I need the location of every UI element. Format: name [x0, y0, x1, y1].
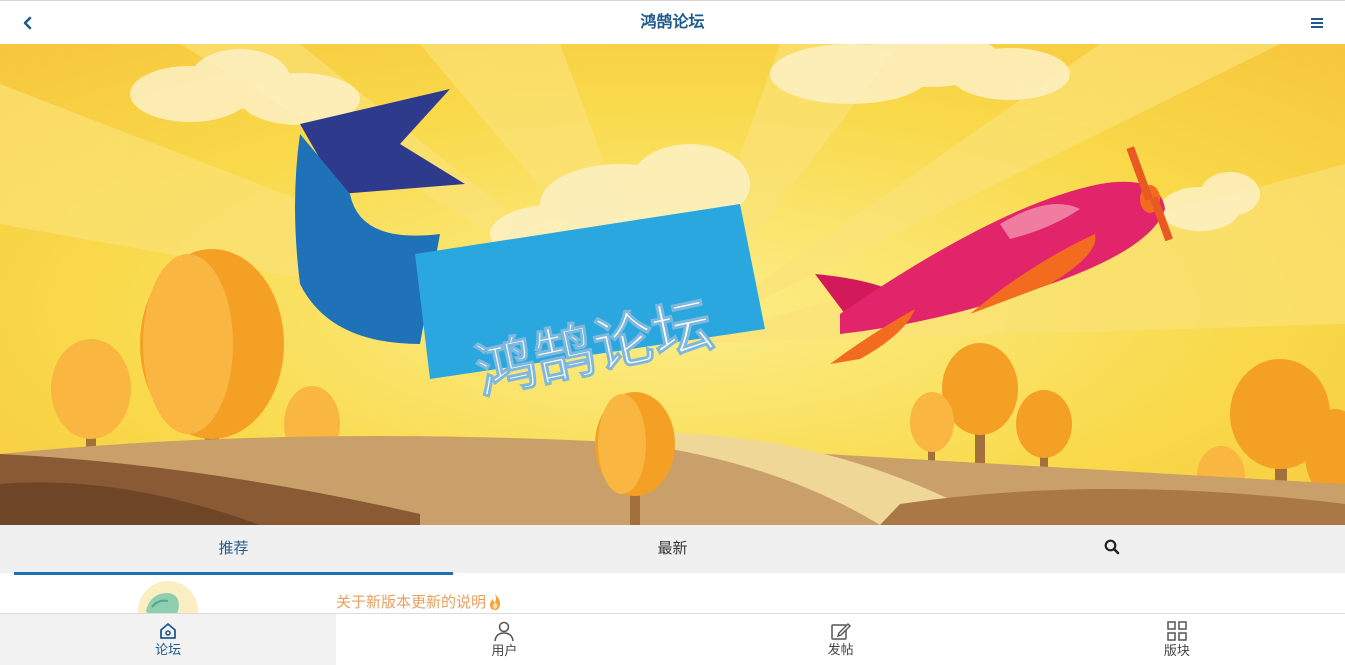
- nav-label: 论坛: [155, 642, 182, 658]
- flame-icon: [490, 593, 501, 610]
- top-bar: 鸿鹄论坛: [0, 0, 1345, 44]
- tab-search[interactable]: [892, 525, 1331, 573]
- edit-icon: [830, 622, 851, 640]
- search-icon: [1104, 539, 1119, 555]
- grid-icon: [1167, 620, 1187, 641]
- nav-boards[interactable]: 版块: [1009, 614, 1345, 665]
- nav-label: 版块: [1163, 643, 1190, 659]
- post-title: 关于新版本更新的说明: [336, 593, 487, 611]
- tab-latest[interactable]: 最新: [453, 525, 892, 573]
- home-icon: [160, 622, 177, 639]
- feed-tabs: 推荐 最新: [0, 525, 1345, 575]
- nav-forum[interactable]: 论坛: [0, 614, 337, 665]
- menu-button[interactable]: [1303, 9, 1331, 37]
- avatar[interactable]: [138, 581, 198, 613]
- user-icon: [494, 621, 515, 641]
- nav-label: 发帖: [827, 642, 854, 658]
- avatar-image: [138, 581, 198, 613]
- bottom-nav: 论坛 用户 发帖 版块: [0, 613, 1345, 665]
- tab-label: 推荐: [218, 539, 249, 557]
- post-title-link[interactable]: 关于新版本更新的说明: [336, 591, 502, 612]
- tab-recommended[interactable]: 推荐: [14, 525, 453, 575]
- forum-banner[interactable]: 鸿鹄论坛: [0, 44, 1345, 525]
- hamburger-menu-icon: [1311, 18, 1323, 28]
- page-title: 鸿鹄论坛: [640, 12, 705, 31]
- nav-new-post[interactable]: 发帖: [673, 614, 1009, 665]
- post-list: 关于新版本更新的说明: [0, 575, 1345, 613]
- tab-label: 最新: [657, 539, 688, 557]
- banner-illustration: 鸿鹄论坛: [0, 44, 1345, 525]
- nav-users[interactable]: 用户: [336, 614, 672, 665]
- nav-label: 用户: [491, 643, 518, 659]
